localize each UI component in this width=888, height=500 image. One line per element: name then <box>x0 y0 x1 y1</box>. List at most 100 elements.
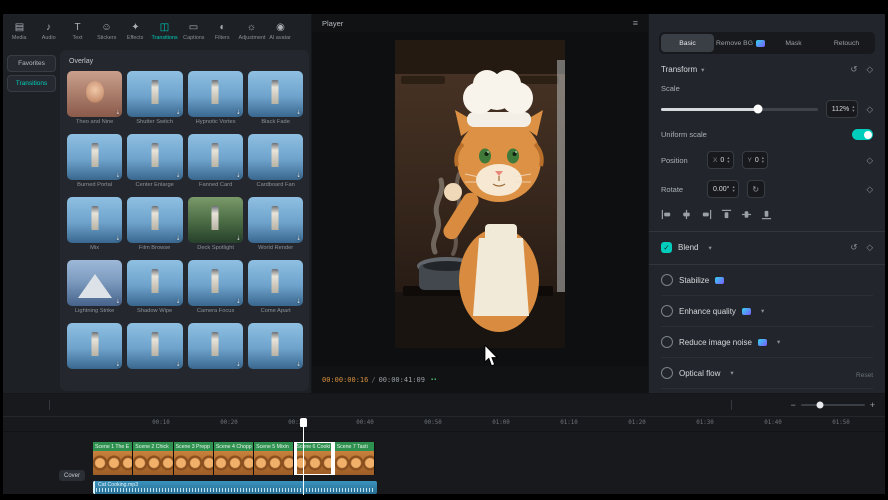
transition-thumbnail[interactable]: ⇣ <box>67 197 122 243</box>
category-item[interactable] <box>3 114 60 122</box>
timeline-ruler[interactable]: 00:1000:2000:3000:4000:5001:0001:1001:20… <box>3 416 885 432</box>
chevron-down-icon[interactable]: ▾ <box>730 369 733 377</box>
download-icon[interactable]: ⇣ <box>296 361 301 368</box>
download-icon[interactable]: ⇣ <box>296 109 301 116</box>
transition-item[interactable]: ⇣ <box>188 323 243 371</box>
cover-button[interactable]: Cover <box>59 470 85 481</box>
transition-item[interactable]: ⇣ Mix <box>67 197 122 251</box>
transition-thumbnail[interactable]: ⇣ <box>248 71 303 117</box>
category-item[interactable] <box>3 122 60 130</box>
download-icon[interactable]: ⇣ <box>296 298 301 305</box>
inspector-subtab[interactable]: Remove BG <box>714 34 767 52</box>
align-right-icon[interactable] <box>701 209 712 220</box>
transition-thumbnail[interactable]: ⇣ <box>188 134 243 180</box>
transition-thumbnail[interactable]: ⇣ <box>188 197 243 243</box>
align-bottom-icon[interactable] <box>761 209 772 220</box>
transition-thumbnail[interactable]: ⇣ <box>248 134 303 180</box>
audio-clip[interactable]: Cat Cooking.mp3 <box>93 481 377 494</box>
timeline-option-icon[interactable] <box>731 400 732 410</box>
keyframe-diamond-icon[interactable]: ◇ <box>866 156 873 165</box>
uniform-scale-toggle[interactable] <box>852 129 873 140</box>
step-down-icon[interactable]: ▾ <box>852 109 854 113</box>
top-nav-item[interactable]: ◉ AI avatar <box>266 22 295 41</box>
rotate-stepper[interactable]: 0.00° ▴▾ <box>707 180 739 198</box>
transition-thumbnail[interactable]: ⇣ <box>248 323 303 369</box>
download-icon[interactable]: ⇣ <box>236 298 241 305</box>
effect-section-row[interactable]: Reduce image noise ▾ <box>661 327 873 358</box>
timeline-playhead[interactable] <box>303 418 304 495</box>
transition-item[interactable]: ⇣ Fanned Card <box>188 134 243 188</box>
download-icon[interactable]: ⇣ <box>175 235 180 242</box>
transition-thumbnail[interactable]: ⇣ <box>67 134 122 180</box>
download-icon[interactable]: ⇣ <box>236 235 241 242</box>
section-checkbox[interactable] <box>661 274 673 286</box>
transition-item[interactable]: ⇣ Camera Focus <box>188 260 243 314</box>
category-item[interactable] <box>3 138 60 146</box>
video-clip[interactable]: Scene 2 Chick <box>133 442 173 475</box>
transition-thumbnail[interactable]: ⇣ <box>67 323 122 369</box>
zoom-out-icon[interactable]: − <box>790 400 795 410</box>
download-icon[interactable]: ⇣ <box>296 235 301 242</box>
transition-thumbnail[interactable]: ⇣ <box>127 71 182 117</box>
download-icon[interactable]: ⇣ <box>115 235 120 242</box>
transition-thumbnail[interactable]: ⇣ <box>248 197 303 243</box>
video-clip[interactable]: Scene 1 The E <box>93 442 133 475</box>
transition-item[interactable]: ⇣ Shadow Wipe <box>127 260 182 314</box>
chevron-down-icon[interactable]: ▾ <box>761 307 764 315</box>
section-checkbox[interactable] <box>661 336 673 348</box>
download-icon[interactable]: ⇣ <box>115 109 120 116</box>
download-icon[interactable]: ⇣ <box>115 361 120 368</box>
transition-item[interactable]: ⇣ Cardboard Fan <box>248 134 303 188</box>
download-icon[interactable]: ⇣ <box>296 172 301 179</box>
top-nav-item[interactable]: T Text <box>63 22 92 41</box>
clip-thumbnail-strip[interactable] <box>335 451 374 475</box>
player-stage[interactable] <box>312 32 648 366</box>
sidebar-favorites[interactable]: Favorites <box>7 55 56 72</box>
keyframe-diamond-icon[interactable]: ◇ <box>866 105 873 114</box>
step-down-icon[interactable]: ▾ <box>727 160 729 164</box>
category-item[interactable] <box>3 106 60 114</box>
align-center-horizontal-icon[interactable] <box>681 209 692 220</box>
video-clip[interactable]: Scene 7 Tasti <box>335 442 375 475</box>
transition-item[interactable]: ⇣ World Render <box>248 197 303 251</box>
transition-thumbnail[interactable]: ⇣ <box>248 260 303 306</box>
transition-item[interactable]: ⇣ <box>127 323 182 371</box>
top-nav-item[interactable]: ▤ Media <box>5 22 34 41</box>
top-nav-item[interactable]: ♪ Audio <box>34 22 63 41</box>
transition-thumbnail[interactable]: ⇣ <box>67 260 122 306</box>
transition-item[interactable]: ⇣ Film Browse <box>127 197 182 251</box>
rotate-reset-icon[interactable]: ↻ <box>747 180 765 198</box>
clip-thumbnail-strip[interactable] <box>294 451 333 475</box>
clip-thumbnail-strip[interactable] <box>254 451 293 475</box>
clip-thumbnail-strip[interactable] <box>133 451 172 475</box>
player-menu-icon[interactable]: ≡ <box>633 18 638 28</box>
transitions-group-header[interactable]: Overlay <box>69 58 303 65</box>
effect-section-row[interactable]: Optical flow ▾ <box>661 358 873 389</box>
scale-value-stepper[interactable]: 112% ▴▾ <box>826 100 859 118</box>
download-icon[interactable]: ⇣ <box>115 172 120 179</box>
step-down-icon[interactable]: ▾ <box>732 189 734 193</box>
transition-item[interactable]: ⇣ Burned Portal <box>67 134 122 188</box>
clip-thumbnail-strip[interactable] <box>93 451 132 475</box>
download-icon[interactable]: ⇣ <box>115 298 120 305</box>
top-nav-item[interactable]: ☺ Stickers <box>92 22 121 41</box>
keyframe-diamond-icon[interactable]: ◇ <box>866 185 873 194</box>
clip-thumbnail-strip[interactable] <box>214 451 253 475</box>
download-icon[interactable]: ⇣ <box>236 109 241 116</box>
chevron-down-icon[interactable]: ▾ <box>777 338 780 346</box>
reset-icon[interactable]: ↺ <box>850 65 857 74</box>
align-top-icon[interactable] <box>721 209 732 220</box>
transition-item[interactable]: ⇣ Deck Spotlight <box>188 197 243 251</box>
inspector-subtab[interactable]: Retouch <box>820 34 873 52</box>
scale-slider-knob[interactable] <box>754 105 763 114</box>
inspector-subtab[interactable]: Mask <box>767 34 820 52</box>
timeline-zoom-knob[interactable] <box>816 402 823 409</box>
video-clip[interactable]: Scene 6 Cooki <box>294 442 334 475</box>
category-item[interactable] <box>3 130 60 138</box>
step-down-icon[interactable]: ▾ <box>762 160 764 164</box>
transition-thumbnail[interactable]: ⇣ <box>67 71 122 117</box>
blend-checkbox[interactable]: ✓ <box>661 242 672 253</box>
chevron-down-icon[interactable]: ▾ <box>701 66 704 74</box>
transition-item[interactable]: ⇣ Come Apart <box>248 260 303 314</box>
reset-icon[interactable]: ↺ <box>850 243 857 252</box>
